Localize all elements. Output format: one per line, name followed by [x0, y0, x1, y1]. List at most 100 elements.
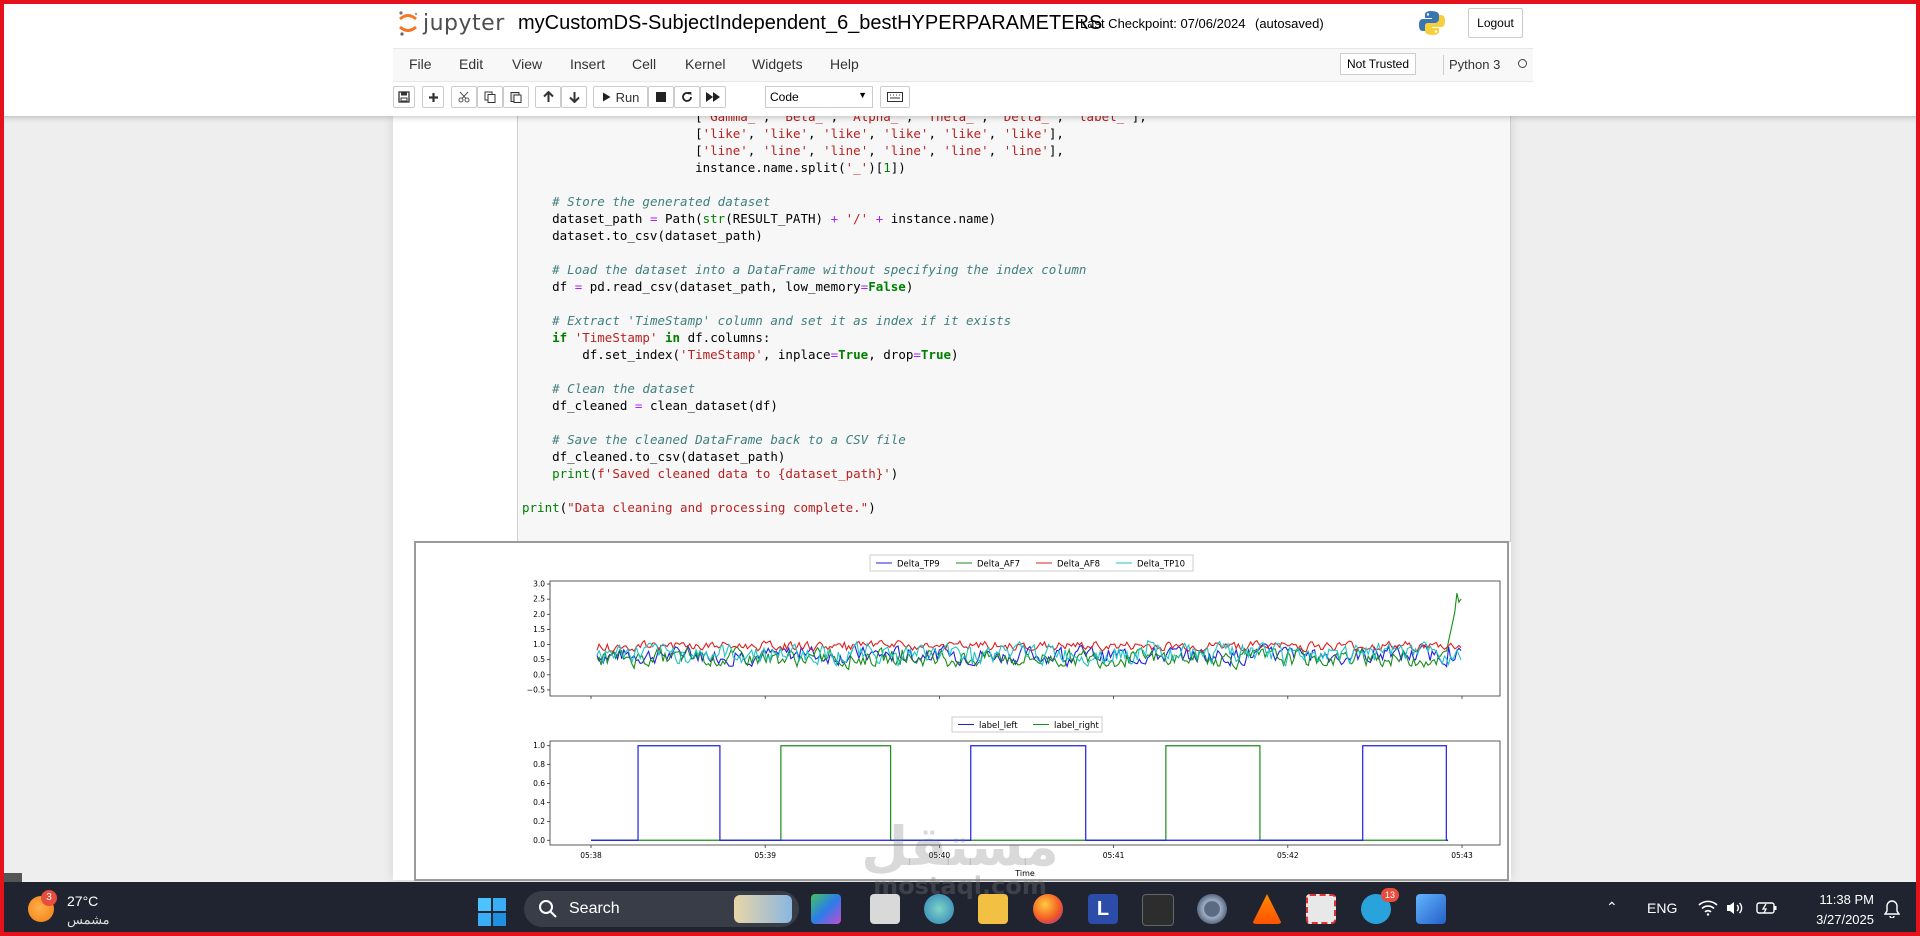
command-palette-button[interactable] — [880, 86, 910, 108]
settings-gear-icon[interactable] — [1197, 894, 1227, 924]
save-icon — [398, 91, 410, 103]
legend-label-label-right: label_right — [1054, 721, 1099, 731]
chart1-ytick-label: 3.0 — [533, 580, 545, 589]
chart2-ytick-label: 0.0 — [533, 836, 545, 845]
chart1-ytick-label: 0.5 — [533, 655, 545, 664]
chart2-ytick-label: 0.8 — [533, 760, 545, 769]
jupyter-icon — [399, 11, 418, 36]
notification-bell-icon[interactable] — [1884, 900, 1900, 918]
menu-bar: File Edit View Insert Cell Kernel Widget… — [393, 48, 1533, 82]
chart2-legend: label_left label_right — [951, 716, 1103, 733]
menu-widgets[interactable]: Widgets — [752, 56, 803, 72]
move-down-button[interactable] — [561, 86, 587, 108]
chart2-xtick-label: 05:39 — [754, 851, 776, 860]
chevron-up-icon[interactable]: ⌃ — [1606, 899, 1618, 916]
search-icon — [539, 900, 557, 918]
menu-kernel[interactable]: Kernel — [685, 56, 725, 72]
stop-icon — [656, 92, 666, 102]
jupyter-wordmark: jupyter — [423, 10, 505, 36]
chart2-y-ticks: 0.0 0.2 0.4 0.6 0.8 1.0 — [533, 741, 550, 845]
code-editor[interactable]: ['Gamma_', 'Beta_', 'Alpha_', 'Theta_', … — [522, 108, 1147, 516]
chart1-ytick-label: 2.5 — [533, 595, 545, 604]
copy-icon — [484, 91, 496, 103]
chart2-ytick-label: 0.6 — [533, 779, 545, 788]
play-icon — [602, 92, 611, 102]
search-highlight-icon — [734, 895, 792, 923]
keyboard-icon — [887, 92, 903, 102]
paste-icon — [510, 92, 522, 103]
save-button[interactable] — [393, 86, 415, 108]
menu-insert[interactable]: Insert — [570, 56, 605, 72]
chart2-ytick-label: 0.4 — [533, 798, 545, 807]
restart-button[interactable] — [674, 86, 700, 108]
chart2-xtick-label: 05:38 — [580, 851, 602, 860]
input-language[interactable]: ENG — [1647, 900, 1677, 916]
notebook-container: ['Gamma_', 'Beta_', 'Alpha_', 'Theta_', … — [393, 109, 1511, 881]
clock-date[interactable]: 3/27/2025 — [1804, 912, 1874, 927]
weather-condition[interactable]: مشمس — [67, 912, 110, 928]
photos-icon[interactable] — [1416, 894, 1446, 924]
move-up-icon — [542, 91, 554, 102]
menu-cell[interactable]: Cell — [632, 56, 656, 72]
chart1-ytick-label: 2.0 — [533, 610, 545, 619]
code-cell-input[interactable]: ['Gamma_', 'Beta_', 'Alpha_', 'Theta_', … — [517, 109, 1511, 542]
chart1-ytick-label: 1.5 — [533, 625, 545, 634]
taskbar-search[interactable]: Search — [524, 891, 799, 927]
run-label: Run — [615, 89, 640, 105]
kernel-status-icon — [1518, 59, 1527, 68]
eeg-delta-chart: Delta_TP9 Delta_AF7 Delta_AF8 Delta_TP10… — [527, 554, 1501, 699]
battery-icon[interactable] — [1756, 901, 1778, 915]
cut-button[interactable] — [451, 86, 477, 108]
insert-cell-button[interactable] — [422, 86, 444, 108]
trust-indicator[interactable]: Not Trusted — [1340, 53, 1417, 75]
terminal-icon[interactable] — [1142, 894, 1174, 926]
chart1-axes — [549, 580, 1501, 697]
interrupt-button[interactable] — [648, 86, 674, 108]
legend-label-label-left: label_left — [979, 721, 1018, 731]
kernel-separator — [1443, 55, 1444, 75]
weather-badge: 3 — [41, 890, 57, 906]
cell-type-select[interactable]: Code ▼ — [765, 86, 873, 108]
paste-button[interactable] — [503, 86, 529, 108]
clock-time[interactable]: 11:38 PM — [1804, 892, 1874, 907]
menu-file[interactable]: File — [409, 56, 432, 72]
legend-label-delta-af7: Delta_AF7 — [977, 560, 1020, 570]
last-checkpoint: Last Checkpoint: 07/06/2024 — [1080, 16, 1246, 31]
vlc-icon[interactable] — [1252, 894, 1282, 924]
notebook-toolbar: Run Code ▼ — [393, 81, 1533, 115]
run-button[interactable]: Run — [593, 86, 648, 108]
add-icon — [428, 92, 438, 102]
menu-edit[interactable]: Edit — [459, 56, 483, 72]
restart-run-all-button[interactable] — [700, 86, 726, 108]
autosave-status: (autosaved) — [1255, 16, 1324, 31]
watermark-latin: mostaql.com — [873, 872, 1047, 900]
l-app-icon[interactable]: L — [1088, 894, 1118, 924]
cell-type-value: Code — [770, 90, 799, 104]
move-up-button[interactable] — [535, 86, 561, 108]
legend-label-delta-af8: Delta_AF8 — [1057, 560, 1100, 570]
logout-button[interactable]: Logout — [1468, 8, 1523, 38]
chart1-ytick-label: 0.0 — [533, 670, 545, 679]
weather-temperature[interactable]: 27°C — [67, 893, 98, 909]
telegram-badge: 13 — [1381, 888, 1399, 902]
legend-label-delta-tp10: Delta_TP10 — [1137, 560, 1185, 570]
snipping-tool-icon[interactable] — [1306, 894, 1336, 924]
menu-view[interactable]: View — [512, 56, 542, 72]
notebook-title[interactable]: myCustomDS-SubjectIndependent_6_bestHYPE… — [518, 12, 1102, 35]
kernel-name[interactable]: Python 3 — [1449, 57, 1500, 72]
wifi-icon[interactable] — [1698, 900, 1718, 916]
fast-forward-icon — [706, 92, 720, 102]
restart-icon — [682, 92, 692, 102]
chart2-xtick-label: 05:43 — [1451, 851, 1473, 860]
volume-icon[interactable] — [1726, 900, 1744, 916]
copy-button[interactable] — [477, 86, 503, 108]
chart2-xtick-label: 05:42 — [1277, 851, 1299, 860]
jupyter-logo[interactable]: jupyter — [397, 8, 505, 38]
scroll-indicator — [4, 873, 22, 882]
chevron-down-icon: ▼ — [858, 90, 867, 100]
menu-help[interactable]: Help — [830, 56, 859, 72]
chart2-ytick-label: 1.0 — [533, 741, 545, 750]
windows-start-icon[interactable] — [478, 898, 506, 926]
move-down-icon — [568, 92, 580, 103]
watermark-arabic: مستقل — [861, 815, 1059, 878]
